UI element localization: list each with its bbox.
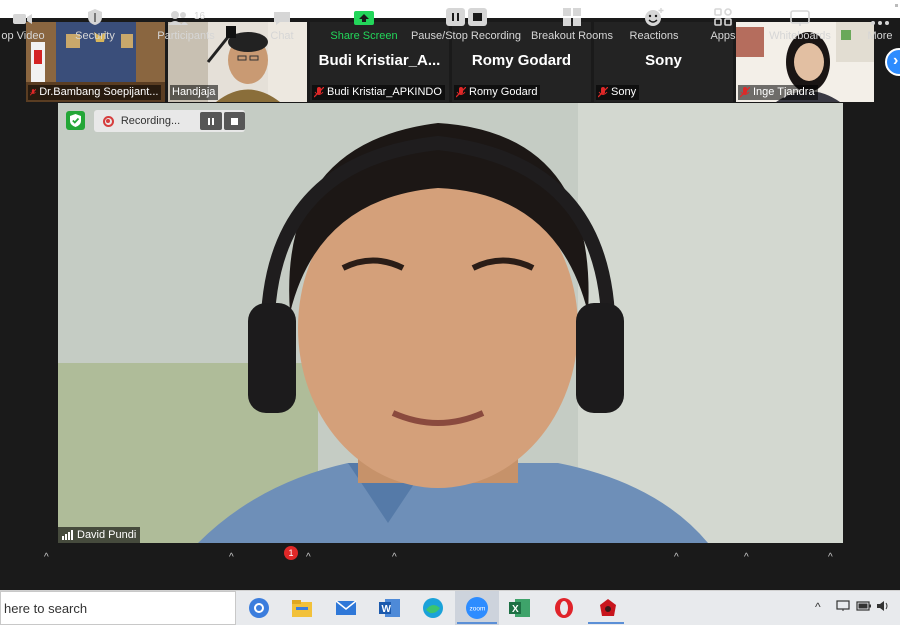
- pause-recording-button[interactable]: [200, 112, 222, 130]
- participant-label: Handjaja: [170, 85, 219, 100]
- video-options-caret[interactable]: ^: [44, 552, 49, 563]
- mic-muted-icon: [598, 87, 608, 98]
- whiteboards-options-caret[interactable]: ^: [828, 552, 833, 563]
- participants-count: 16: [193, 11, 206, 22]
- speaker-name: David Pundi: [77, 529, 137, 541]
- more-dots-icon: [871, 21, 889, 25]
- participant-display-name: Romy Godard: [471, 52, 572, 69]
- participant-label: Dr.Bambang Soepijant...: [28, 85, 162, 100]
- breakout-rooms-button[interactable]: Breakout Rooms: [530, 0, 614, 46]
- speaker-name-tag: David Pundi: [58, 527, 141, 543]
- chat-unread-badge: 1: [284, 546, 298, 560]
- meeting-toolbar: [0, 544, 900, 590]
- taskbar-search-box[interactable]: here to search: [0, 591, 236, 625]
- pause-icon: [207, 117, 214, 125]
- mic-muted-icon: [30, 88, 37, 96]
- edge-icon[interactable]: [421, 596, 445, 620]
- mic-muted-icon: [314, 87, 324, 98]
- file-explorer-icon[interactable]: [290, 596, 314, 620]
- pause-stop-recording-label: Pause/Stop Recording: [410, 30, 522, 42]
- more-label: More: [867, 30, 893, 42]
- stop-icon: [467, 8, 487, 26]
- pause-icon: [445, 8, 465, 26]
- excel-icon[interactable]: X: [508, 596, 532, 620]
- participants-options-caret[interactable]: ^: [229, 552, 234, 563]
- chat-button[interactable]: Chat: [262, 0, 302, 46]
- svg-text:zoom: zoom: [470, 606, 486, 613]
- mail-icon[interactable]: [334, 596, 358, 620]
- breakout-rooms-label: Breakout Rooms: [531, 30, 613, 42]
- apps-label: Apps: [710, 30, 736, 42]
- opera-icon[interactable]: [552, 596, 576, 620]
- reactions-options-caret[interactable]: ^: [674, 552, 679, 563]
- battery-icon[interactable]: [856, 600, 872, 615]
- apps-button[interactable]: Apps: [706, 0, 740, 46]
- participant-name: Romy Godard: [469, 86, 538, 98]
- game-active-indicator: [588, 622, 624, 624]
- stop-recording-button[interactable]: [223, 112, 246, 130]
- active-speaker-video: [58, 103, 843, 543]
- svg-text:X: X: [512, 604, 519, 615]
- participant-display-name: Budi Kristiar_A...: [318, 52, 441, 69]
- volume-icon[interactable]: [876, 600, 890, 615]
- participant-label: Romy Godard: [454, 85, 541, 100]
- apps-options-caret[interactable]: ^: [744, 552, 749, 563]
- chrome-like-icon[interactable]: [247, 596, 271, 620]
- recording-indicator: Recording...: [94, 110, 246, 132]
- recording-label: Recording...: [120, 115, 181, 127]
- share-screen-button[interactable]: Share Screen: [330, 0, 398, 46]
- recording-dot-icon: [103, 115, 114, 127]
- apps-icon: [714, 8, 732, 26]
- participant-name: Handjaja: [172, 86, 216, 98]
- participants-icon: [167, 11, 188, 25]
- chat-label: Chat: [270, 30, 294, 42]
- show-hidden-icons-chevron[interactable]: ^: [815, 600, 821, 614]
- participants-button[interactable]: 16 Participants: [155, 0, 217, 46]
- search-placeholder: here to search: [4, 601, 88, 616]
- security-label: Security: [75, 30, 115, 42]
- more-button[interactable]: More: [860, 0, 900, 46]
- reactions-smiley-icon: [645, 8, 664, 26]
- participant-label: Budi Kristiar_APKINDO: [312, 85, 445, 100]
- participant-name: Budi Kristiar_APKINDO: [327, 86, 442, 98]
- participant-name: Inge Tjandra: [753, 86, 815, 98]
- participant-label: Inge Tjandra: [738, 85, 818, 100]
- svg-text:W: W: [382, 604, 392, 615]
- breakout-rooms-icon: [563, 8, 581, 26]
- whiteboards-label: Whiteboards: [769, 30, 831, 42]
- network-icon[interactable]: [836, 600, 850, 615]
- participant-name: Sony: [611, 86, 637, 98]
- pause-stop-recording-button[interactable]: Pause/Stop Recording: [410, 0, 522, 46]
- security-button[interactable]: Security: [70, 0, 120, 46]
- mic-muted-icon: [740, 87, 750, 98]
- share-options-caret[interactable]: ^: [392, 552, 397, 563]
- security-shield-icon: [88, 9, 102, 25]
- participant-display-name: Sony: [645, 52, 682, 69]
- participant-name: Dr.Bambang Soepijant...: [39, 86, 159, 98]
- zoom-window: Dr.Bambang Soepijant... Handjaja Budi Kr…: [0, 0, 900, 625]
- whiteboards-button[interactable]: Whiteboards: [766, 0, 834, 46]
- participant-label: Sony: [596, 85, 640, 100]
- share-screen-label: Share Screen: [330, 30, 398, 42]
- signal-strength-icon: [62, 530, 73, 540]
- reactions-button[interactable]: Reactions: [628, 0, 680, 46]
- stop-video-button[interactable]: op Video: [0, 0, 46, 46]
- zoom-icon[interactable]: zoom: [465, 596, 489, 620]
- participants-label: Participants: [157, 30, 215, 42]
- chat-icon: [274, 12, 290, 25]
- chat-options-caret[interactable]: ^: [306, 552, 311, 563]
- word-icon[interactable]: W: [378, 596, 402, 620]
- reactions-label: Reactions: [629, 30, 679, 42]
- zoom-active-indicator: [457, 622, 497, 624]
- video-camera-icon: [13, 14, 32, 24]
- speaker-video-feed: [58, 103, 843, 543]
- stop-video-label: op Video: [1, 30, 45, 42]
- share-screen-icon: [354, 11, 374, 25]
- mic-muted-icon: [456, 87, 466, 98]
- game-icon[interactable]: [596, 596, 620, 620]
- whiteboard-icon: [790, 10, 810, 26]
- stop-icon: [230, 117, 238, 125]
- security-shield-icon[interactable]: [66, 111, 85, 130]
